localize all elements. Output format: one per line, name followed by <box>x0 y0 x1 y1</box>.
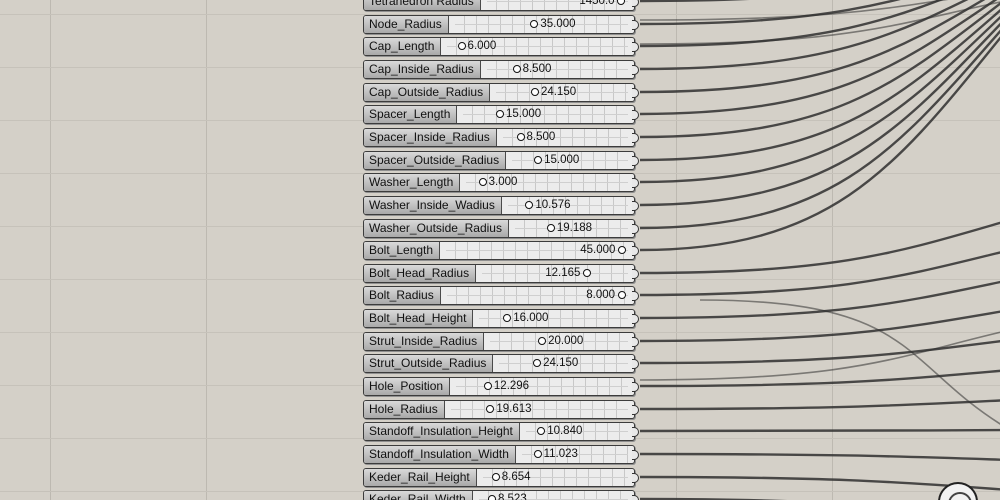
slider-label: Strut_Inside_Radius <box>364 333 485 350</box>
slider-label: Bolt_Head_Radius <box>364 265 477 282</box>
slider-value: 12.296 <box>493 380 530 392</box>
connection-wire <box>639 22 1000 207</box>
connection-wire <box>639 331 1000 381</box>
slider-value: 45.000 <box>580 244 616 256</box>
slider-value: 10.840 <box>547 425 583 437</box>
number-slider-node-radius[interactable]: Node_Radius 35.000 <box>363 15 639 34</box>
slider-knob-icon[interactable] <box>483 382 492 390</box>
slider-value: 35.000 <box>540 18 576 30</box>
slider-knob-icon[interactable] <box>457 42 466 50</box>
slider-label: Cap_Outside_Radius <box>364 84 491 101</box>
connection-wire <box>639 340 1000 365</box>
slider-label: Keder_Rail_Height <box>364 469 477 486</box>
slider-value: 8.654 <box>501 471 531 483</box>
slider-value: 15.000 <box>506 108 542 120</box>
slider-value: 6.000 <box>467 40 497 52</box>
slider-label: Tetrahedron Radius <box>364 0 481 10</box>
number-slider-spacer-inside-radius[interactable]: Spacer_Inside_Radius 8.500 <box>363 128 639 147</box>
slider-value: 24.150 <box>543 357 579 369</box>
number-slider-bolt-head-height[interactable]: Bolt_Head_Height 16.000 <box>363 309 639 328</box>
slider-label: Washer_Length <box>364 174 461 191</box>
slider-value: 19.613 <box>496 403 532 415</box>
slider-track[interactable] <box>461 106 628 123</box>
slider-knob-icon[interactable] <box>496 110 504 118</box>
slider-label: Cap_Inside_Radius <box>364 61 481 78</box>
slider-value: 12.165 <box>545 267 581 279</box>
slider-label: Standoff_Insulation_Width <box>364 446 516 463</box>
number-slider-strut-outside-radius[interactable]: Strut_Outside_Radius 24.150 <box>363 354 639 373</box>
slider-knob-icon[interactable] <box>533 450 542 458</box>
slider-value: 19.188 <box>556 222 593 234</box>
slider-label: Hole_Position <box>364 378 451 395</box>
number-slider-hole-position[interactable]: Hole_Position 12.296 <box>363 377 639 396</box>
connection-wire <box>639 36 1000 252</box>
slider-knob-icon[interactable] <box>530 88 539 96</box>
slider-label: Bolt_Head_Height <box>364 310 474 327</box>
grasshopper-canvas[interactable]: Tetrahedron Radius 1450.0 Node_Radius 35.00… <box>0 0 1000 500</box>
slider-value: 10.576 <box>535 199 571 211</box>
slider-knob-icon[interactable] <box>546 224 555 232</box>
slider-track[interactable] <box>449 401 628 418</box>
slider-label: Bolt_Radius <box>364 287 441 304</box>
slider-value: 20.000 <box>548 335 584 347</box>
slider-value: 15.000 <box>544 154 580 166</box>
connection-wire <box>639 369 1000 388</box>
slider-value: 16.000 <box>513 312 549 324</box>
number-slider-spacer-length[interactable]: Spacer_Length 15.000 <box>363 105 639 124</box>
slider-knob-icon[interactable] <box>512 65 521 73</box>
slider-label: Bolt_Length <box>364 242 441 259</box>
slider-label: Spacer_Length <box>364 106 458 123</box>
slider-value: 3.000 <box>488 176 518 188</box>
connection-wire <box>639 452 1000 461</box>
slider-value: 8.000 <box>586 289 616 301</box>
slider-knob-icon[interactable] <box>491 473 500 481</box>
slider-label: Washer_Inside_Wadius <box>364 197 502 214</box>
number-slider-tetrahedron-radius[interactable]: Tetrahedron Radius 1450.0 <box>363 0 639 11</box>
slider-value: 8.500 <box>522 63 552 75</box>
connection-wire <box>639 399 1000 411</box>
slider-value: 1450.0 <box>579 0 615 7</box>
number-slider-bolt-radius[interactable]: Bolt_Radius 8.000 <box>363 286 639 305</box>
slider-label: Hole_Radius <box>364 401 445 418</box>
slider-label: Keder_Rail_Width <box>364 491 473 500</box>
number-slider-washer-inside-wadius[interactable]: Washer_Inside_Wadius 10.576 <box>363 196 639 215</box>
slider-track[interactable] <box>485 61 628 78</box>
connection-wire <box>639 280 1000 320</box>
number-slider-standoff-insulation-width[interactable]: Standoff_Insulation_Width 11.023 <box>363 445 639 464</box>
slider-label: Spacer_Inside_Radius <box>364 129 497 146</box>
slider-knob-icon[interactable] <box>487 495 496 500</box>
slider-label: Spacer_Outside_Radius <box>364 152 507 169</box>
number-slider-cap-inside-radius[interactable]: Cap_Inside_Radius 8.500 <box>363 60 639 79</box>
slider-value: 24.150 <box>540 86 577 98</box>
number-slider-cap-outside-radius[interactable]: Cap_Outside_Radius 24.150 <box>363 83 639 102</box>
connection-wire <box>639 428 1000 433</box>
slider-track[interactable] <box>477 310 628 327</box>
number-slider-hole-radius[interactable]: Hole_Radius 19.613 <box>363 400 639 419</box>
number-slider-washer-outside-radius[interactable]: Washer_Outside_Radius 19.188 <box>363 219 639 238</box>
connection-wire <box>639 310 1000 343</box>
slider-label: Cap_Length <box>364 38 442 55</box>
slider-value: 8.500 <box>526 131 556 143</box>
number-slider-keder-rail-height[interactable]: Keder_Rail_Height 8.654 <box>363 468 639 487</box>
number-slider-standoff-insulation-height[interactable]: Standoff_Insulation_Height 10.840 <box>363 422 639 441</box>
slider-label: Node_Radius <box>364 16 449 33</box>
slider-label: Standoff_Insulation_Height <box>364 423 520 440</box>
slider-label: Washer_Outside_Radius <box>364 220 509 237</box>
number-slider-cap-length[interactable]: Cap_Length 6.000 <box>363 37 639 56</box>
slider-knob-icon[interactable] <box>478 178 487 186</box>
slider-value: 11.023 <box>543 448 578 460</box>
slider-knob-icon[interactable] <box>516 133 525 141</box>
slider-value: 8.523 <box>497 493 527 500</box>
connection-wire <box>639 29 1000 230</box>
number-slider-bolt-length[interactable]: Bolt_Length 45.000 <box>363 241 639 260</box>
number-slider-strut-inside-radius[interactable]: Strut_Inside_Radius 20.000 <box>363 332 639 351</box>
number-slider-bolt-head-radius[interactable]: Bolt_Head_Radius 12.165 <box>363 264 639 283</box>
slider-track[interactable] <box>454 378 628 395</box>
number-slider-keder-rail-width[interactable]: Keder_Rail_Width 8.523 <box>363 490 639 500</box>
number-slider-spacer-outside-radius[interactable]: Spacer_Outside_Radius 15.000 <box>363 151 639 170</box>
number-slider-washer-length[interactable]: Washer_Length 3.000 <box>363 173 639 192</box>
slider-label: Strut_Outside_Radius <box>364 355 494 372</box>
